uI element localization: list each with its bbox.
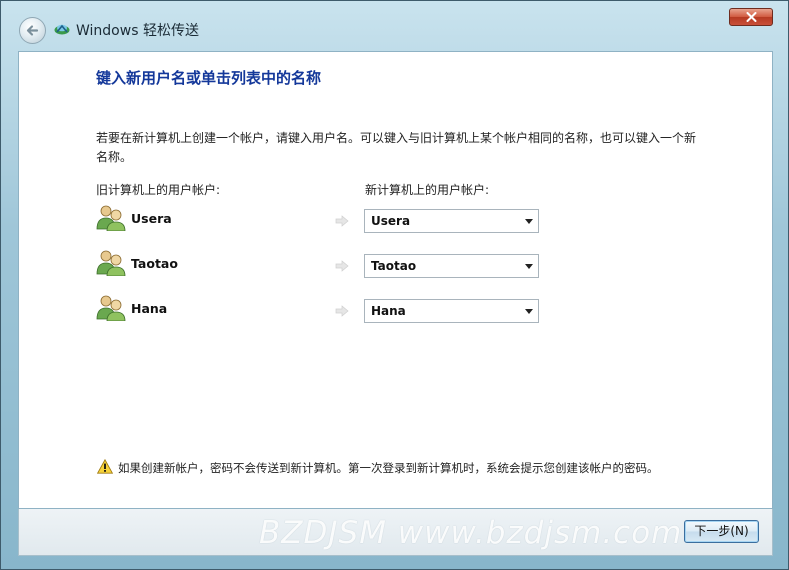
- back-button[interactable]: [19, 17, 46, 44]
- content-panel: 键入新用户名或单击列表中的名称 若要在新计算机上创建一个帐户，请键入用户名。可以…: [18, 51, 773, 509]
- new-user-value: Taotao: [371, 259, 417, 273]
- page-title: 键入新用户名或单击列表中的名称: [96, 69, 322, 87]
- watermark: BZDJSM www.bzdjsm.com: [259, 515, 683, 551]
- easy-transfer-icon: [54, 24, 70, 35]
- chevron-down-icon: [525, 309, 533, 314]
- old-user-name: Taotao: [131, 256, 178, 271]
- footer-bar: BZDJSM www.bzdjsm.com 下一步(N): [18, 509, 773, 556]
- new-user-value: Usera: [371, 214, 411, 228]
- old-user-name: Hana: [131, 301, 168, 316]
- wizard-window: Windows 轻松传送 键入新用户名或单击列表中的名称 若要在新计算机上创建一…: [0, 0, 789, 570]
- page-description: 若要在新计算机上创建一个帐户，请键入用户名。可以键入与旧计算机上某个帐户相同的名…: [96, 131, 697, 164]
- new-user-select[interactable]: Hana: [364, 299, 539, 323]
- back-arrow-icon: [26, 25, 39, 36]
- user-accounts-icon: [96, 205, 126, 231]
- warning-icon: [97, 459, 113, 474]
- new-user-value: Hana: [371, 304, 406, 318]
- old-accounts-label: 旧计算机上的用户帐户:: [96, 183, 221, 197]
- chevron-down-icon: [525, 264, 533, 269]
- right-arrow-icon: [335, 260, 349, 272]
- close-icon: [746, 12, 757, 22]
- new-accounts-label: 新计算机上的用户帐户:: [365, 183, 490, 197]
- window-title: Windows 轻松传送: [76, 23, 199, 39]
- right-arrow-icon: [335, 305, 349, 317]
- user-accounts-icon: [96, 295, 126, 321]
- chevron-down-icon: [525, 219, 533, 224]
- password-warning-text: 如果创建新帐户，密码不会传送到新计算机。第一次登录到新计算机时，系统会提示您创建…: [118, 461, 659, 475]
- new-user-select[interactable]: Usera: [364, 209, 539, 233]
- user-accounts-icon: [96, 250, 126, 276]
- close-button[interactable]: [729, 8, 773, 26]
- old-user-name: Usera: [131, 211, 172, 226]
- title-bar: Windows 轻松传送: [1, 1, 788, 51]
- next-button[interactable]: 下一步(N): [684, 520, 759, 543]
- right-arrow-icon: [335, 215, 349, 227]
- new-user-select[interactable]: Taotao: [364, 254, 539, 278]
